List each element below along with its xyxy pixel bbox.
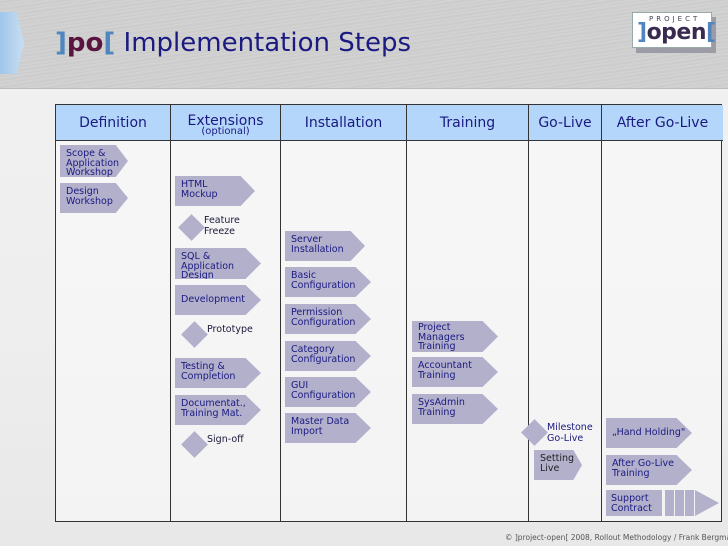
column-header: Installation [281,105,406,141]
milestone-feature-freeze: Feature Freeze [204,215,240,237]
column-training: Training [407,105,529,521]
milestone-go-live: Milestone Go-Live [547,422,593,444]
column-header: After Go-Live [602,105,723,141]
step-category-configuration: Category Configuration [285,341,371,371]
support-bar [665,490,674,516]
milestone-sign-off: Sign-off [207,434,244,445]
step-basic-configuration: Basic Configuration [285,267,371,297]
step-setting-live: Setting Live [534,450,582,480]
column-header: Definition [56,105,170,141]
step-sql-design: SQL & Application Design [175,248,261,279]
step-support-contract: Support Contract [606,490,719,516]
step-master-data-import: Master Data Import [285,413,371,443]
step-development: Development [175,285,261,315]
step-permission-configuration: Permission Configuration [285,304,371,334]
step-html-mockup: HTML Mockup [175,176,255,206]
step-sysadmin-training: SysAdmin Training [412,394,498,424]
step-gui-configuration: GUI Configuration [285,377,371,407]
support-bar [675,490,684,516]
step-after-go-live-training: After Go-Live Training [606,455,692,485]
page-title: ]po[ Implementation Steps [55,28,411,58]
support-bar [685,490,694,516]
step-documentation: Documentat., Training Mat. [175,395,261,425]
column-header: Go-Live [529,105,601,141]
step-hand-holding: „Hand Holding" [606,418,692,448]
step-pm-training: Project Managers Training [412,321,498,352]
project-open-logo: PROJECT ]open[ [632,12,716,48]
footer-copyright: © ]project-open[ 2008, Rollout Methodolo… [505,533,728,542]
step-accountant-training: Accountant Training [412,357,498,387]
arrow-right-icon [695,490,719,516]
header-arrow-icon [0,12,24,74]
milestone-prototype: Prototype [207,324,253,335]
step-design-workshop: Design Workshop [60,183,128,213]
column-header: Training [407,105,528,141]
step-scope-workshop: Scope & Application Workshop [60,145,128,177]
step-testing: Testing & Completion [175,358,261,388]
column-header: Extensions (optional) [171,105,280,141]
step-server-installation: Server Installation [285,231,365,261]
header-bar: ]po[ Implementation Steps PROJECT ]open[ [0,0,728,89]
